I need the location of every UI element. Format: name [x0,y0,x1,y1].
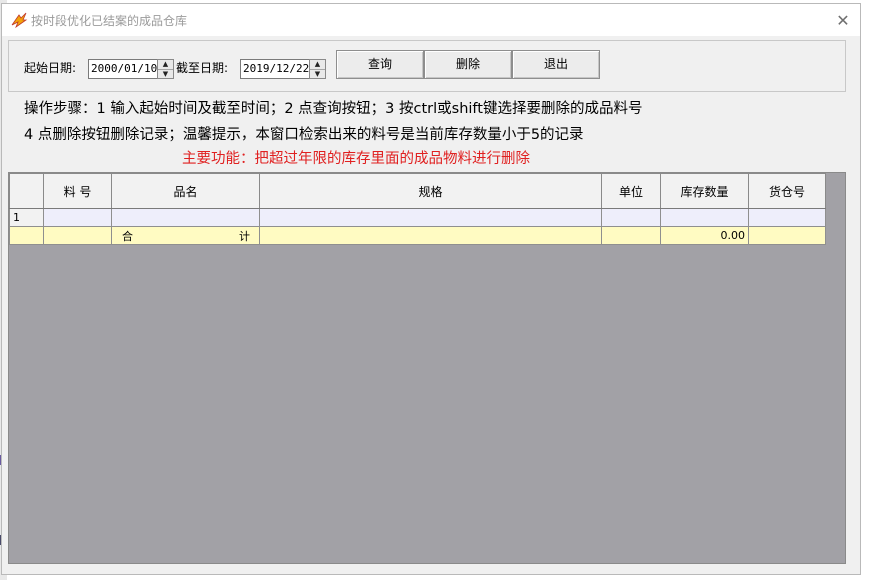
column-header-warehouse[interactable]: 货仓号 [748,173,826,209]
main-function-text: 主要功能：把超过年限的库存里面的成品物料进行删除 [182,151,530,167]
close-icon: ✕ [836,10,850,30]
column-header-part-no[interactable]: 料 号 [43,173,112,209]
results-grid[interactable]: 料 号 品名 规格 单位 库存数量 货仓号 1 合 计 0.00 [8,172,846,564]
instruction-line-2: 4 点删除按钮删除记录；温馨提示，本窗口检索出来的料号是当前库存数量小于5的记录 [24,127,584,143]
total-cell-unit [601,226,661,245]
query-toolbar: 起始日期: 2000/01/10 ▲ ▼ 截至日期: 2019/12/22 ▲ … [8,40,846,92]
total-label-right: 计 [239,229,250,243]
column-header-name[interactable]: 品名 [111,173,260,209]
end-date-label: 截至日期: [176,61,229,75]
start-date-spinner[interactable]: ▲ ▼ [157,59,174,79]
cell-unit[interactable] [601,208,661,227]
end-date-field[interactable]: 2019/12/22 [240,59,313,79]
cell-part-no[interactable] [43,208,112,227]
total-cell-part-no [43,226,112,245]
cell-quantity[interactable] [660,208,749,227]
cell-warehouse[interactable] [748,208,826,227]
table-row[interactable]: 1 [9,208,826,227]
spin-up-icon[interactable]: ▲ [310,60,325,70]
window-title: 按时段优化已结案的成品仓库 [31,14,188,28]
total-cell-name: 合 计 [111,226,260,245]
exit-button[interactable]: 退出 [512,50,600,79]
total-cell-warehouse [748,226,826,245]
spin-up-icon[interactable]: ▲ [158,60,173,70]
spin-down-icon[interactable]: ▼ [310,70,325,79]
close-button[interactable]: ✕ [826,4,860,36]
cell-spec[interactable] [259,208,602,227]
column-header-spec[interactable]: 规格 [259,173,602,209]
column-header-unit[interactable]: 单位 [601,173,661,209]
spin-down-icon[interactable]: ▼ [158,70,173,79]
title-bar: 按时段优化已结案的成品仓库 ✕ [2,4,860,36]
total-row: 合 计 0.00 [9,226,826,245]
instruction-line-1: 操作步骤：1 输入起始时间及截至时间；2 点查询按钮；3 按ctrl或shift… [24,101,643,117]
cell-name[interactable] [111,208,260,227]
row-header[interactable]: 1 [9,208,44,227]
start-date-field[interactable]: 2000/01/10 [88,59,161,79]
main-window: 按时段优化已结案的成品仓库 ✕ 起始日期: 2000/01/10 ▲ ▼ 截至日… [1,3,861,575]
query-button[interactable]: 查询 [336,50,424,79]
total-label-left: 合 [122,229,133,243]
end-date-spinner[interactable]: ▲ ▼ [309,59,326,79]
app-icon [11,12,28,29]
total-row-header [9,226,44,245]
start-date-label: 起始日期: [24,61,77,75]
delete-button[interactable]: 删除 [424,50,512,79]
total-cell-spec [259,226,602,245]
header-row: 料 号 品名 规格 单位 库存数量 货仓号 [9,173,826,209]
results-table: 料 号 品名 规格 单位 库存数量 货仓号 1 合 计 0.00 [9,173,826,245]
column-header-quantity[interactable]: 库存数量 [660,173,749,209]
column-header-corner[interactable] [9,173,44,209]
total-cell-quantity: 0.00 [660,226,749,245]
